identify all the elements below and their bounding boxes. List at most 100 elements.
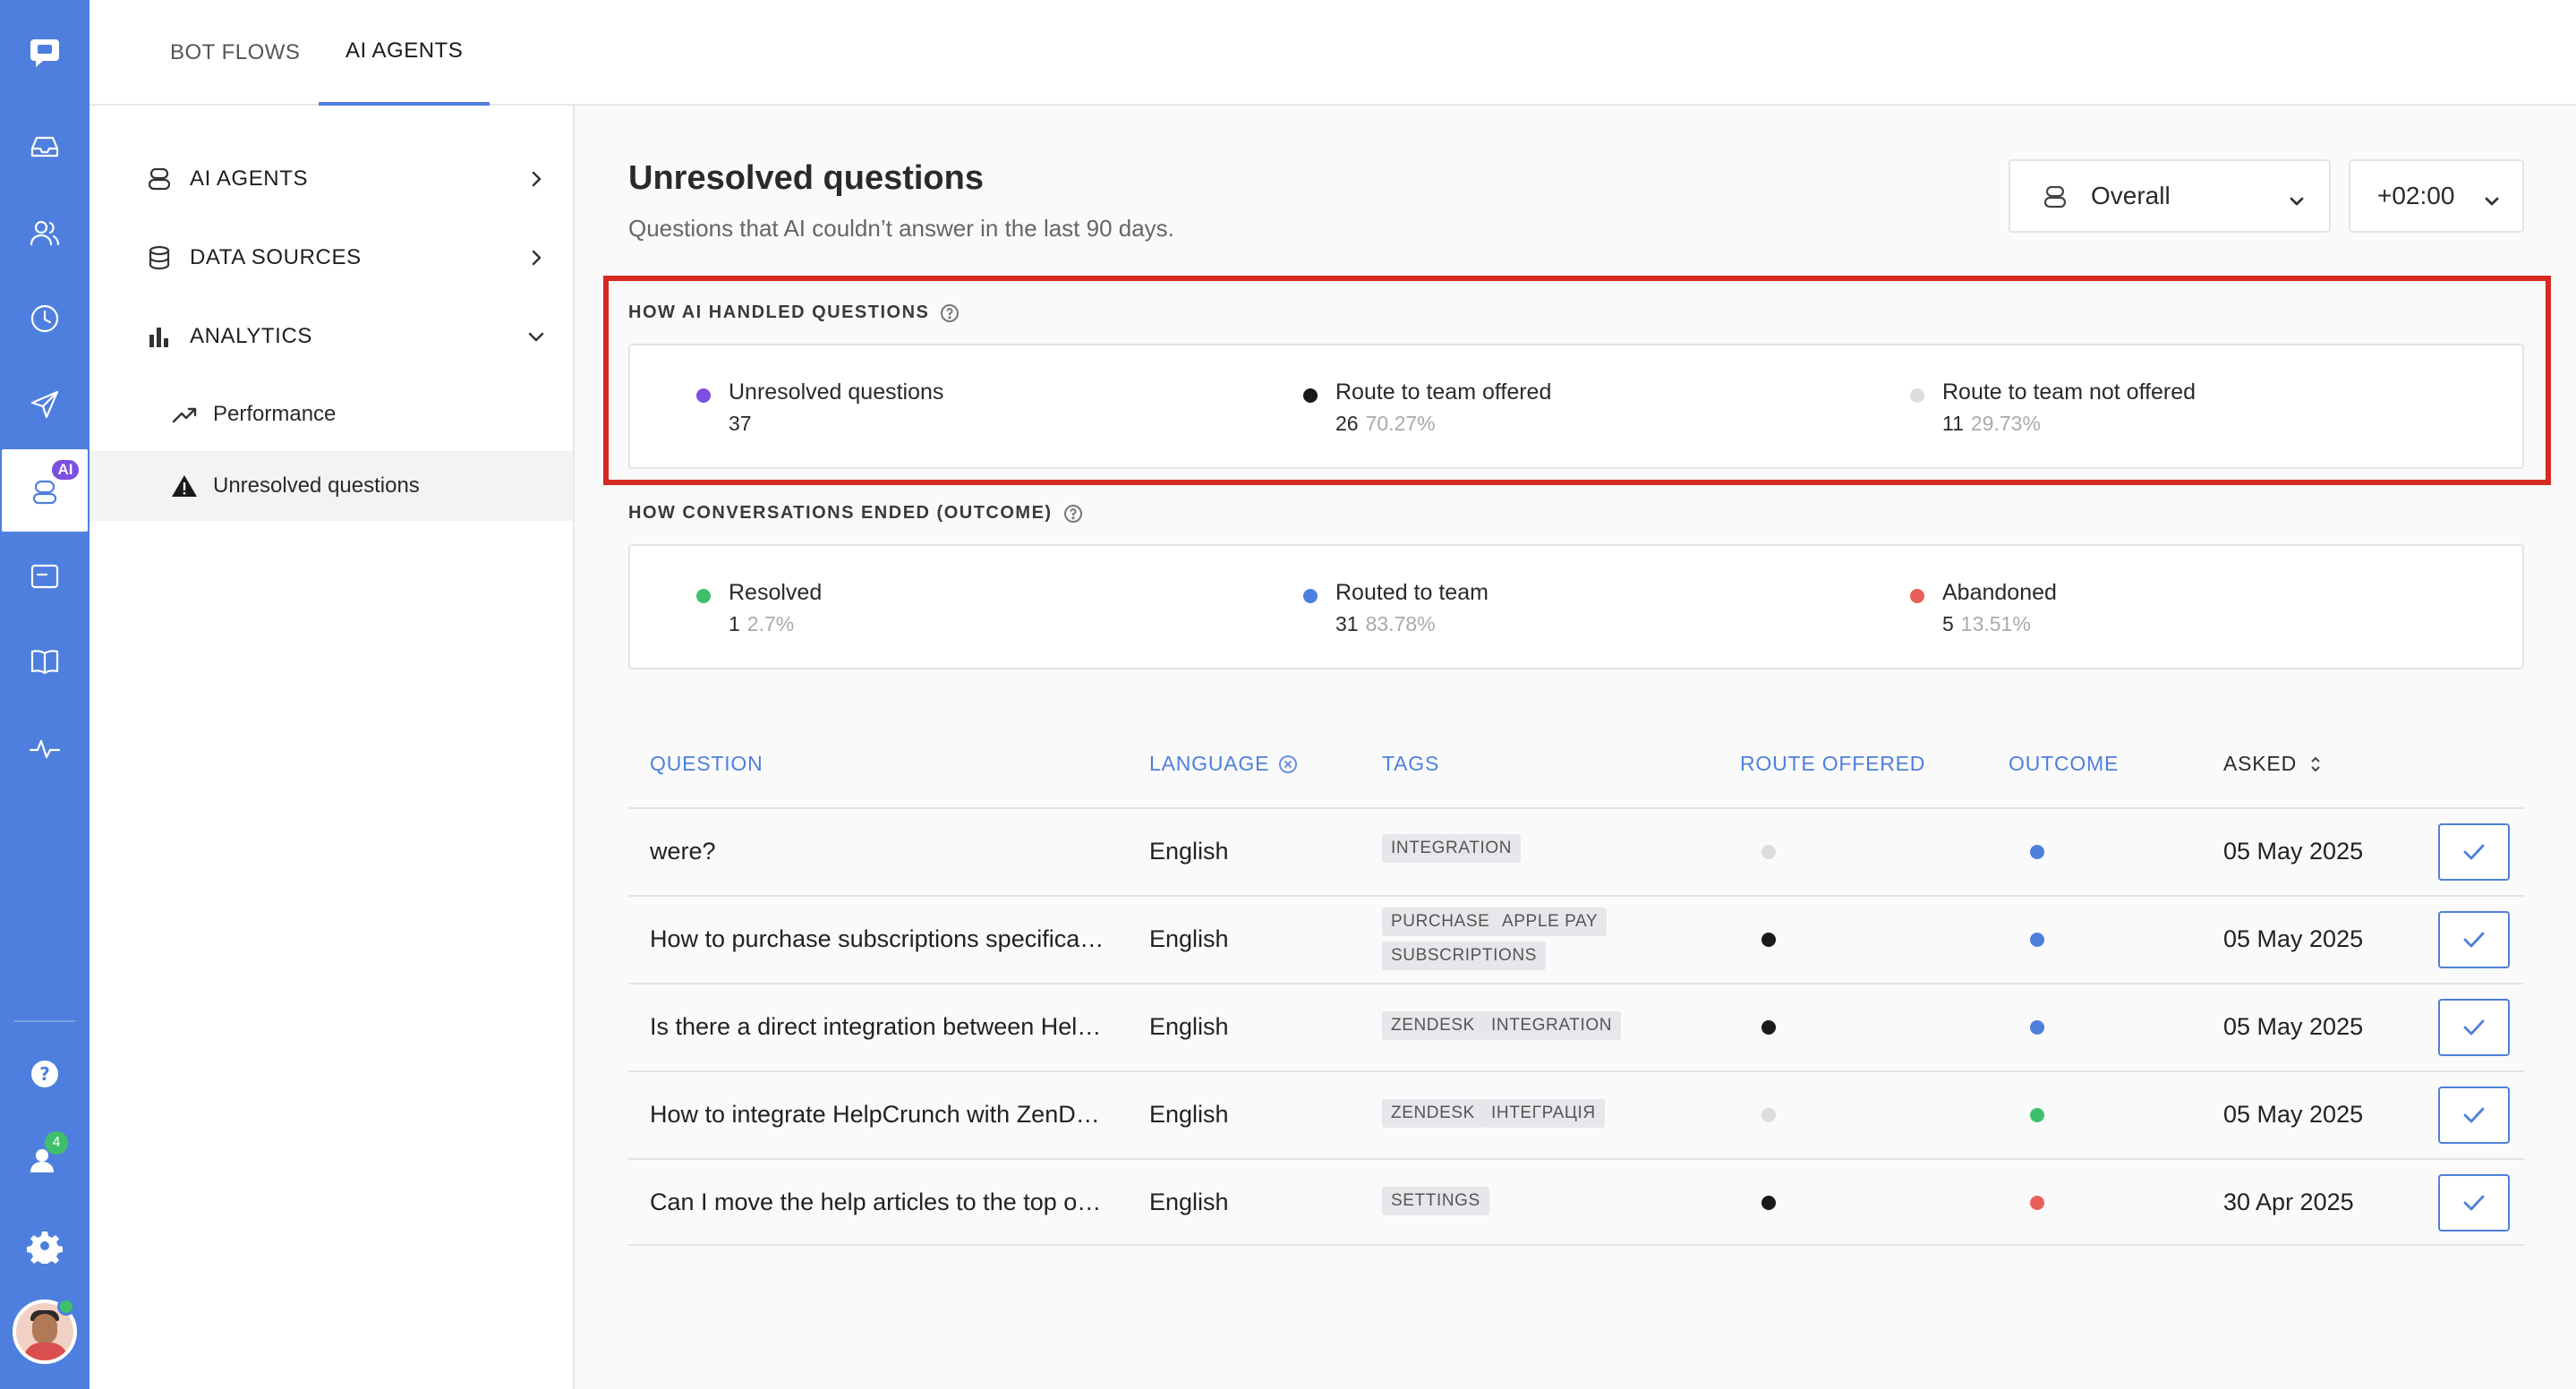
mark-resolved-button[interactable]: [2438, 911, 2510, 968]
contacts-icon[interactable]: [0, 192, 90, 274]
secondary-nav: AI AGENTS DATA SOURCES ANALYTICS Perform…: [90, 106, 575, 1389]
asked-date-cell: 05 May 2025: [2223, 1101, 2364, 1128]
outcome-routed-dot: [2030, 845, 2044, 859]
outcome-routed-dot: [2030, 933, 2044, 947]
stat-label: Resolved: [729, 580, 823, 605]
inbox-icon[interactable]: [0, 106, 90, 188]
nav-unresolved-label: Unresolved questions: [213, 473, 420, 498]
avatar-face: [32, 1314, 57, 1344]
avatar-shirt: [23, 1342, 68, 1360]
sort-icon[interactable]: [2306, 754, 2325, 774]
column-header-asked[interactable]: ASKED: [2223, 752, 2325, 776]
table-row[interactable]: How to purchase subscriptions specifica……: [628, 895, 2524, 983]
team-icon[interactable]: 4: [0, 1119, 90, 1201]
help-icon[interactable]: ?: [0, 1033, 90, 1115]
mark-resolved-button[interactable]: [2438, 1174, 2510, 1231]
handled-section-label: HOW AI HANDLED QUESTIONS: [628, 303, 960, 323]
language-cell: English: [1149, 1189, 1229, 1215]
mark-resolved-button[interactable]: [2438, 823, 2510, 881]
language-cell: English: [1149, 838, 1229, 865]
question-cell[interactable]: were?: [650, 838, 716, 865]
table-row[interactable]: were? English INTEGRATION 05 May 2025: [628, 807, 2524, 895]
tag-badge: ZENDESK: [1382, 1011, 1484, 1040]
scope-select[interactable]: Overall: [2009, 159, 2331, 233]
timezone-select-value: +02:00: [2377, 182, 2455, 209]
stat-value: 11 29.73%: [1942, 412, 2041, 436]
page-title: Unresolved questions: [628, 159, 984, 197]
tag-badge: SUBSCRIPTIONS: [1382, 942, 1546, 970]
outcome-resolved-dot: [2030, 1108, 2044, 1122]
tab-bot-flows[interactable]: BOT FLOWS: [170, 0, 300, 106]
stat-label: Route to team offered: [1335, 379, 1552, 405]
language-cell: English: [1149, 1101, 1229, 1128]
stat-percent: 29.73%: [1970, 412, 2041, 435]
top-tabs-bar: BOT FLOWS AI AGENTS: [90, 0, 2576, 106]
activity-icon[interactable]: [0, 707, 90, 789]
column-header-outcome[interactable]: OUTCOME: [2009, 752, 2119, 776]
checkmark-icon: [2463, 932, 2485, 948]
warning-icon: [170, 472, 199, 500]
stat-count: 26: [1335, 412, 1359, 435]
page-subtitle: Questions that AI couldn’t answer in the…: [628, 215, 1174, 242]
asked-date-cell: 30 Apr 2025: [2223, 1189, 2354, 1215]
column-header-label: TAGS: [1382, 752, 1440, 775]
left-rail: AI ? 4: [0, 0, 90, 1389]
nav-analytics[interactable]: ANALYTICS: [90, 303, 573, 371]
ai-agent-icon: [2041, 183, 2069, 211]
route-offered-dot: [1761, 933, 1776, 947]
nav-ai-agents[interactable]: AI AGENTS: [90, 145, 573, 213]
table-row[interactable]: Is there a direct integration between He…: [628, 983, 2524, 1070]
stat-count: 1: [729, 612, 740, 635]
column-header-route-offered[interactable]: ROUTE OFFERED: [1740, 752, 1925, 776]
nav-performance-label: Performance: [213, 402, 337, 426]
stat-label: Route to team not offered: [1942, 379, 2196, 405]
send-icon[interactable]: [0, 363, 90, 446]
question-cell[interactable]: How to purchase subscriptions specifica…: [650, 925, 1104, 953]
tag-badge: SETTINGS: [1382, 1187, 1489, 1215]
knowledge-book-icon[interactable]: [0, 621, 90, 703]
tag-badge: INTEGRATION: [1482, 1011, 1622, 1040]
clear-filter-icon[interactable]: [1278, 754, 1298, 774]
settings-icon[interactable]: [0, 1205, 90, 1287]
checkmark-icon: [2463, 844, 2485, 860]
clock-icon[interactable]: [0, 277, 90, 360]
help-circle-icon[interactable]: [1063, 504, 1083, 524]
stat-label: Abandoned: [1942, 580, 2057, 605]
status-dot: [696, 388, 711, 403]
question-cell[interactable]: How to integrate HelpCrunch with ZenD…: [650, 1101, 1100, 1129]
column-header-question[interactable]: QUESTION: [650, 752, 763, 776]
mark-resolved-button[interactable]: [2438, 1086, 2510, 1144]
help-circle-icon[interactable]: [940, 303, 960, 323]
outcome-section-label: HOW CONVERSATIONS ENDED (OUTCOME): [628, 503, 1083, 524]
timezone-select[interactable]: +02:00: [2349, 159, 2524, 233]
chat-logo-icon[interactable]: [0, 11, 90, 93]
column-header-tags[interactable]: TAGS: [1382, 752, 1439, 776]
nav-unresolved-questions[interactable]: Unresolved questions: [90, 451, 573, 521]
chevron-down-icon: [2288, 188, 2306, 206]
main-content: Unresolved questions Questions that AI c…: [575, 106, 2576, 1389]
chevron-right-icon: [526, 248, 546, 268]
table-row[interactable]: Can I move the help articles to the top …: [628, 1158, 2524, 1246]
question-cell[interactable]: Can I move the help articles to the top …: [650, 1189, 1101, 1216]
scope-select-value: Overall: [2091, 182, 2171, 209]
nav-performance[interactable]: Performance: [90, 379, 573, 449]
table-row[interactable]: How to integrate HelpCrunch with ZenD… E…: [628, 1070, 2524, 1158]
route-offered-dot: [1761, 1020, 1776, 1035]
stat-label: Routed to team: [1335, 580, 1488, 605]
nav-data-sources[interactable]: DATA SOURCES: [90, 224, 573, 292]
column-header-language[interactable]: LANGUAGE: [1149, 752, 1298, 776]
question-cell[interactable]: Is there a direct integration between He…: [650, 1013, 1101, 1041]
column-header-label: OUTCOME: [2009, 752, 2120, 775]
tag-badge: ZENDESK: [1382, 1099, 1484, 1128]
widget-icon[interactable]: [0, 535, 90, 618]
svg-text:?: ?: [39, 1063, 50, 1085]
stat-value: 26 70.27%: [1335, 412, 1436, 436]
column-header-label: QUESTION: [650, 752, 763, 775]
bar-chart-icon: [145, 322, 174, 351]
tab-ai-agents[interactable]: AI AGENTS: [319, 0, 490, 106]
outcome-section-title: HOW CONVERSATIONS ENDED (OUTCOME): [628, 503, 1053, 523]
chevron-down-icon: [526, 327, 546, 346]
stat-percent: 70.27%: [1365, 412, 1436, 435]
mark-resolved-button[interactable]: [2438, 999, 2510, 1056]
ai-agent-icon[interactable]: AI: [2, 449, 88, 532]
